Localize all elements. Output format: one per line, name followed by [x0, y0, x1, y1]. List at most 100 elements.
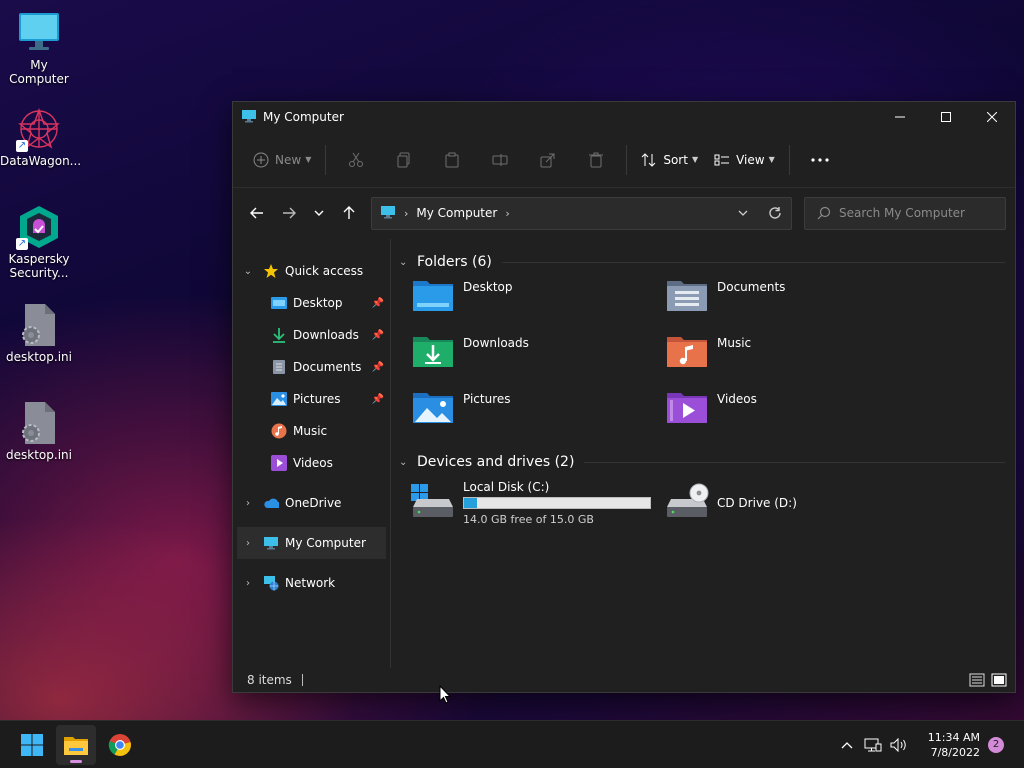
pin-icon[interactable]: 📌	[372, 394, 384, 405]
desktop-icon-desktop-ini-1[interactable]: desktop.ini	[0, 302, 78, 364]
desktop-folder-icon	[271, 295, 287, 311]
folders-group-header[interactable]: ⌄ Folders (6)	[399, 247, 1005, 277]
folder-music[interactable]: Music	[665, 333, 919, 389]
start-button[interactable]	[12, 725, 52, 765]
folder-documents[interactable]: Documents	[665, 277, 919, 333]
music-folder-icon	[665, 333, 709, 377]
cut-button[interactable]	[332, 144, 380, 176]
shortcut-arrow-icon: ↗	[16, 140, 28, 152]
network-status-button[interactable]	[860, 730, 886, 760]
sidebar-item-downloads[interactable]: Downloads 📌	[233, 319, 390, 351]
chevron-right-icon[interactable]: ›	[505, 207, 509, 220]
search-box[interactable]	[804, 196, 1006, 230]
show-hidden-icons-button[interactable]	[834, 730, 860, 760]
status-divider	[301, 674, 303, 686]
picture-icon	[271, 391, 287, 407]
minimize-button[interactable]	[877, 102, 923, 132]
maximize-button[interactable]	[923, 102, 969, 132]
chevron-right-icon[interactable]: ›	[241, 578, 255, 589]
sidebar-item-network[interactable]: › Network	[233, 567, 390, 599]
notification-badge[interactable]: 2	[988, 736, 1004, 753]
pin-icon[interactable]: 📌	[372, 330, 384, 341]
up-button[interactable]	[333, 197, 365, 229]
sort-button[interactable]: Sort ▼	[633, 144, 706, 176]
address-dropdown-button[interactable]	[727, 198, 759, 229]
sidebar-item-label: Desktop	[293, 296, 343, 310]
sidebar-item-documents[interactable]: Documents 📌	[233, 351, 390, 383]
content-pane: ⌄ Folders (6) Desktop Documents Download…	[391, 239, 1015, 668]
toolbar-separator	[325, 144, 327, 175]
folder-desktop[interactable]: Desktop	[411, 277, 665, 333]
close-button[interactable]	[969, 102, 1015, 132]
desktop-icon-desktop-ini-2[interactable]: desktop.ini	[0, 400, 78, 462]
sidebar-item-onedrive[interactable]: › OneDrive	[233, 487, 390, 519]
cloud-icon	[263, 495, 279, 511]
pin-icon[interactable]: 📌	[372, 362, 384, 373]
taskbar-chrome[interactable]	[100, 725, 140, 765]
pin-icon[interactable]: 📌	[372, 298, 384, 309]
clock-time: 11:34 AM	[927, 730, 980, 744]
sidebar-item-label: Documents	[293, 360, 362, 374]
drives-group-header[interactable]: ⌄ Devices and drives (2)	[399, 447, 1005, 477]
speaker-icon	[890, 737, 906, 752]
sidebar-item-pictures[interactable]: Pictures 📌	[233, 383, 390, 415]
forward-button[interactable]	[273, 197, 305, 229]
chevron-right-icon[interactable]: ›	[241, 538, 255, 549]
copy-button[interactable]	[380, 144, 428, 176]
chevron-down-icon	[738, 210, 748, 216]
delete-icon	[589, 152, 604, 167]
tiles-view-button[interactable]	[989, 671, 1009, 689]
folder-videos[interactable]: Videos	[665, 389, 919, 445]
drive-local-disk-c[interactable]: Local Disk (C:) 14.0 GB free of 15.0 GB	[411, 477, 665, 529]
network-icon	[263, 575, 279, 591]
chevron-down-icon: ▼	[305, 155, 312, 164]
drive-cd-d[interactable]: CD Drive (D:)	[665, 477, 919, 529]
chevron-right-icon[interactable]: ›	[241, 498, 255, 509]
desktop-icon-label: desktop.ini	[6, 350, 72, 364]
more-options-button[interactable]	[796, 144, 844, 176]
clock[interactable]: 11:34 AM 7/8/2022	[928, 730, 980, 760]
search-input[interactable]	[839, 206, 999, 220]
monitor-icon	[16, 10, 62, 56]
drive-usage-bar	[463, 497, 651, 509]
rename-button[interactable]	[476, 144, 524, 176]
taskbar: 11:34 AM 7/8/2022 2	[0, 720, 1024, 768]
volume-button[interactable]	[886, 730, 912, 760]
share-button[interactable]	[524, 144, 572, 176]
refresh-icon	[769, 207, 781, 219]
sidebar-item-label: OneDrive	[285, 496, 342, 510]
desktop-icon-my-computer[interactable]: My Computer	[0, 10, 78, 86]
breadcrumb-my-computer[interactable]: My Computer	[416, 206, 497, 220]
desktop-icon-kaspersky[interactable]: ↗ Kaspersky Security...	[0, 204, 78, 280]
desktop-icon-datawagon[interactable]: ↗ DataWagon...	[0, 106, 81, 168]
search-icon	[817, 206, 831, 220]
sidebar-item-desktop[interactable]: Desktop 📌	[233, 287, 390, 319]
delete-button[interactable]	[572, 144, 620, 176]
taskbar-file-explorer[interactable]	[56, 724, 96, 765]
sidebar-item-my-computer[interactable]: › My Computer	[237, 527, 386, 559]
chevron-down-icon[interactable]: ⌄	[399, 457, 413, 468]
folder-downloads[interactable]: Downloads	[411, 333, 665, 389]
sidebar-item-videos[interactable]: Videos	[233, 447, 390, 479]
chevron-down-icon[interactable]: ⌄	[399, 257, 413, 268]
cut-icon	[349, 152, 364, 167]
refresh-button[interactable]	[759, 198, 791, 229]
recent-locations-button[interactable]	[305, 197, 333, 229]
folder-icon	[64, 736, 88, 755]
view-button[interactable]: View ▼	[706, 144, 783, 176]
sidebar-item-music[interactable]: Music	[233, 415, 390, 447]
sidebar-item-quick-access[interactable]: ⌄ Quick access	[233, 255, 390, 287]
music-icon	[271, 423, 287, 439]
settings-file-icon	[16, 400, 62, 446]
sidebar-item-label: Network	[285, 576, 336, 590]
desktop-icon-label: Kaspersky Security...	[8, 252, 70, 280]
chevron-down-icon[interactable]: ⌄	[241, 266, 255, 277]
title-bar[interactable]: My Computer	[233, 102, 1015, 132]
back-button[interactable]	[241, 197, 273, 229]
copy-icon	[397, 152, 410, 167]
new-button[interactable]: New ▼	[245, 144, 319, 176]
address-bar[interactable]: › My Computer ›	[371, 196, 792, 230]
paste-button[interactable]	[428, 144, 476, 176]
details-view-button[interactable]	[967, 671, 987, 689]
folder-pictures[interactable]: Pictures	[411, 389, 665, 445]
